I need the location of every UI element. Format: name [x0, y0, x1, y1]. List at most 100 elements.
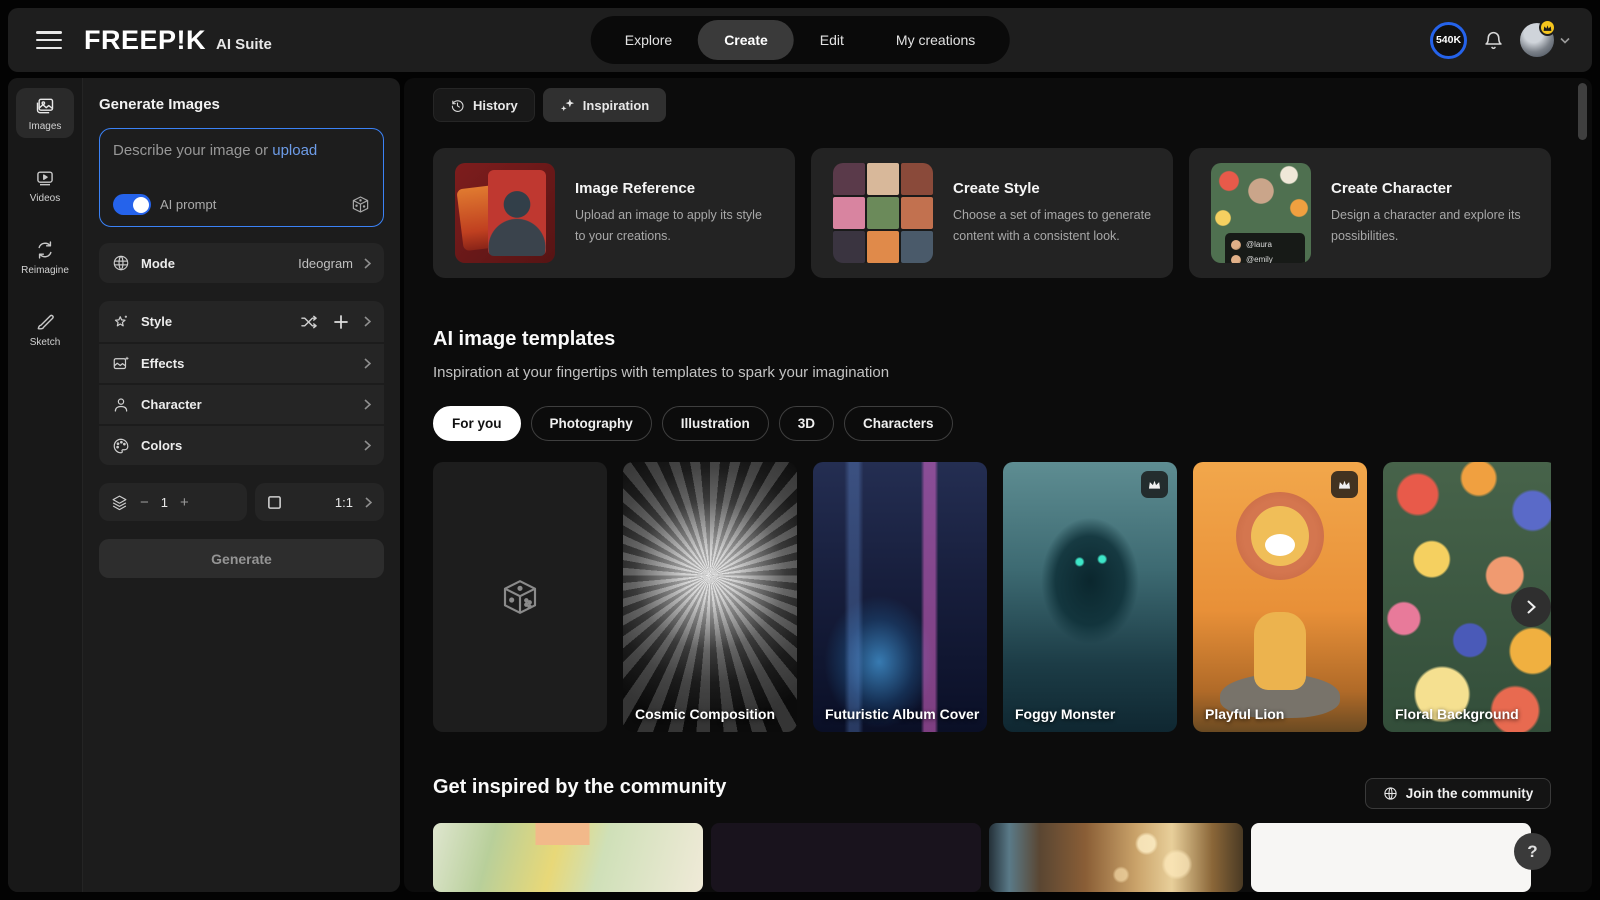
feature-cards: Image Reference Upload an image to apply… — [433, 148, 1551, 278]
images-icon — [16, 96, 74, 116]
rail-item-reimagine[interactable]: Reimagine — [16, 232, 74, 282]
mode-label: Mode — [141, 255, 175, 271]
template-card-foggy-monster[interactable]: Foggy Monster — [1003, 462, 1177, 732]
templates-section-title: AI image templates — [433, 328, 616, 350]
feature-card-title: Image Reference — [575, 179, 696, 197]
feature-card-title: Create Style — [953, 179, 1040, 197]
filter-3d[interactable]: 3D — [778, 406, 835, 441]
colors-palette-icon — [112, 437, 130, 455]
scrollbar-thumb[interactable] — [1578, 83, 1587, 140]
nav-edit[interactable]: Edit — [794, 20, 870, 60]
create-style-thumbnail — [833, 163, 933, 263]
effects-row[interactable]: Effects — [99, 342, 384, 383]
notifications-bell-icon[interactable] — [1483, 30, 1504, 51]
image-reference-thumbnail — [455, 163, 555, 263]
rail-item-label: Sketch — [29, 337, 61, 348]
create-style-card[interactable]: Create Style Choose a set of images to g… — [811, 148, 1173, 278]
history-button[interactable]: History — [433, 88, 535, 122]
filter-for-you[interactable]: For you — [433, 406, 521, 441]
generate-button[interactable]: Generate — [99, 539, 384, 578]
template-card-futuristic-album-cover[interactable]: Futuristic Album Cover — [813, 462, 987, 732]
sparkles-icon — [560, 98, 575, 113]
template-card-playful-lion[interactable]: Playful Lion — [1193, 462, 1367, 732]
options-group: Style Effects Character Colors — [99, 301, 384, 465]
freepik-logo[interactable]: FREEP!K AI Suite — [84, 25, 272, 56]
mode-value: Ideogram — [298, 255, 353, 271]
colors-row[interactable]: Colors — [99, 424, 384, 465]
community-image[interactable] — [711, 823, 981, 892]
template-card-label: Playful Lion — [1205, 706, 1285, 722]
menu-icon[interactable] — [36, 31, 62, 49]
effects-icon — [112, 355, 130, 373]
join-community-button[interactable]: Join the community — [1365, 778, 1551, 809]
random-template-card[interactable] — [433, 462, 607, 732]
colors-label: Colors — [141, 438, 183, 453]
chevron-right-icon — [364, 257, 371, 269]
topbar-right: 540K — [1430, 19, 1570, 59]
template-card-label: Floral Background — [1395, 706, 1519, 722]
template-card-cosmic-composition[interactable]: Cosmic Composition — [623, 462, 797, 732]
style-row[interactable]: Style — [99, 301, 384, 342]
main-nav: Explore Create Edit My creations — [590, 16, 1010, 64]
rail-item-sketch[interactable]: Sketch — [16, 304, 74, 354]
add-style-plus-icon[interactable] — [334, 314, 348, 329]
credits-badge[interactable]: 540K — [1430, 21, 1467, 59]
premium-crown-icon — [1539, 19, 1556, 36]
rail-item-label: Reimagine — [21, 265, 69, 276]
nav-my-creations[interactable]: My creations — [870, 20, 1001, 60]
random-prompt-dice-icon[interactable] — [351, 195, 370, 214]
panel-title: Generate Images — [99, 96, 220, 113]
chevron-right-icon — [364, 399, 371, 410]
filter-photography[interactable]: Photography — [530, 406, 652, 441]
community-image[interactable] — [1251, 823, 1531, 892]
rail-item-videos[interactable]: Videos — [16, 160, 74, 210]
videos-icon — [16, 168, 74, 188]
upload-link[interactable]: upload — [272, 142, 317, 159]
filter-illustration[interactable]: Illustration — [661, 406, 769, 441]
rail-item-images[interactable]: Images — [16, 88, 74, 138]
help-button[interactable]: ? — [1514, 833, 1551, 870]
mode-icon — [112, 254, 130, 272]
create-character-card[interactable]: @laura @emily Create Character Design a … — [1189, 148, 1551, 278]
rail-item-label: Videos — [29, 193, 61, 204]
style-star-icon — [112, 313, 130, 331]
rail-item-label: Images — [28, 121, 62, 132]
reimagine-icon — [16, 240, 74, 260]
community-image[interactable] — [433, 823, 703, 892]
account-menu[interactable] — [1520, 19, 1570, 57]
nav-explore[interactable]: Explore — [599, 20, 698, 60]
main-content: History Inspiration Image Reference Uplo… — [404, 78, 1592, 892]
shuffle-icon[interactable] — [301, 315, 318, 329]
history-clock-icon — [450, 98, 465, 113]
community-gallery — [433, 823, 1551, 892]
ai-prompt-toggle[interactable] — [113, 194, 151, 215]
globe-icon — [1383, 786, 1398, 801]
carousel-next-button[interactable] — [1511, 587, 1551, 627]
app-window: FREEP!K AI Suite Explore Create Edit My … — [0, 0, 1600, 900]
decrease-count-button[interactable]: − — [140, 495, 149, 510]
character-row[interactable]: Character — [99, 383, 384, 424]
mode-row[interactable]: Mode Ideogram — [99, 243, 384, 283]
character-label: Character — [141, 397, 202, 412]
chevron-right-icon — [364, 358, 371, 369]
layers-icon — [111, 494, 128, 511]
filter-characters[interactable]: Characters — [844, 406, 953, 441]
dice-icon — [500, 577, 540, 617]
create-character-thumbnail: @laura @emily — [1211, 163, 1311, 263]
image-reference-card[interactable]: Image Reference Upload an image to apply… — [433, 148, 795, 278]
nav-create[interactable]: Create — [698, 20, 794, 60]
inspiration-button[interactable]: Inspiration — [542, 88, 667, 122]
increase-count-button[interactable]: + — [180, 495, 189, 510]
ai-prompt-label: AI prompt — [160, 197, 217, 212]
template-card-label: Futuristic Album Cover — [825, 706, 980, 722]
aspect-ratio-selector[interactable]: 1:1 — [255, 483, 384, 521]
community-image[interactable] — [989, 823, 1243, 892]
generation-controls: − 1 + 1:1 — [99, 483, 384, 521]
style-label: Style — [141, 314, 173, 329]
premium-crown-icon — [1141, 471, 1168, 498]
premium-crown-icon — [1331, 471, 1358, 498]
logo-text: FREEP!K — [84, 24, 207, 55]
prompt-input[interactable]: Describe your image or upload AI prompt — [99, 128, 384, 227]
prompt-placeholder: Describe your image or upload — [113, 142, 318, 159]
sidebar: Images Videos Reimagine Sketch Generate … — [8, 78, 400, 892]
